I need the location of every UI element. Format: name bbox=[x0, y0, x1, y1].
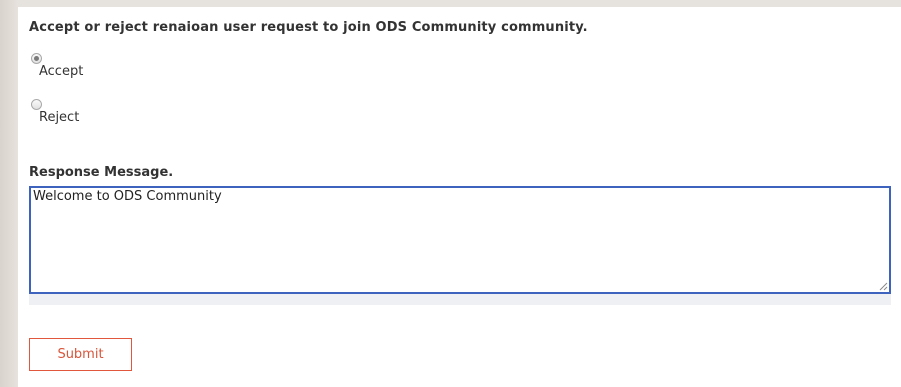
form-heading: Accept or reject renaioan user request t… bbox=[29, 20, 588, 35]
reject-option[interactable]: Reject bbox=[29, 97, 229, 133]
accept-label[interactable]: Accept bbox=[39, 64, 83, 79]
moderation-form: Accept or reject renaioan user request t… bbox=[18, 7, 901, 387]
response-message-container: Welcome to ODS Community bbox=[29, 186, 891, 305]
reject-label[interactable]: Reject bbox=[39, 110, 79, 125]
radio-unchecked-icon[interactable] bbox=[31, 99, 42, 110]
accept-option[interactable]: Accept bbox=[29, 51, 229, 87]
submit-button[interactable]: Submit bbox=[29, 338, 132, 371]
page-background bbox=[0, 0, 18, 387]
radio-checked-icon[interactable] bbox=[31, 53, 42, 64]
response-message-label: Response Message. bbox=[29, 165, 174, 180]
response-message-input[interactable]: Welcome to ODS Community bbox=[29, 186, 891, 294]
